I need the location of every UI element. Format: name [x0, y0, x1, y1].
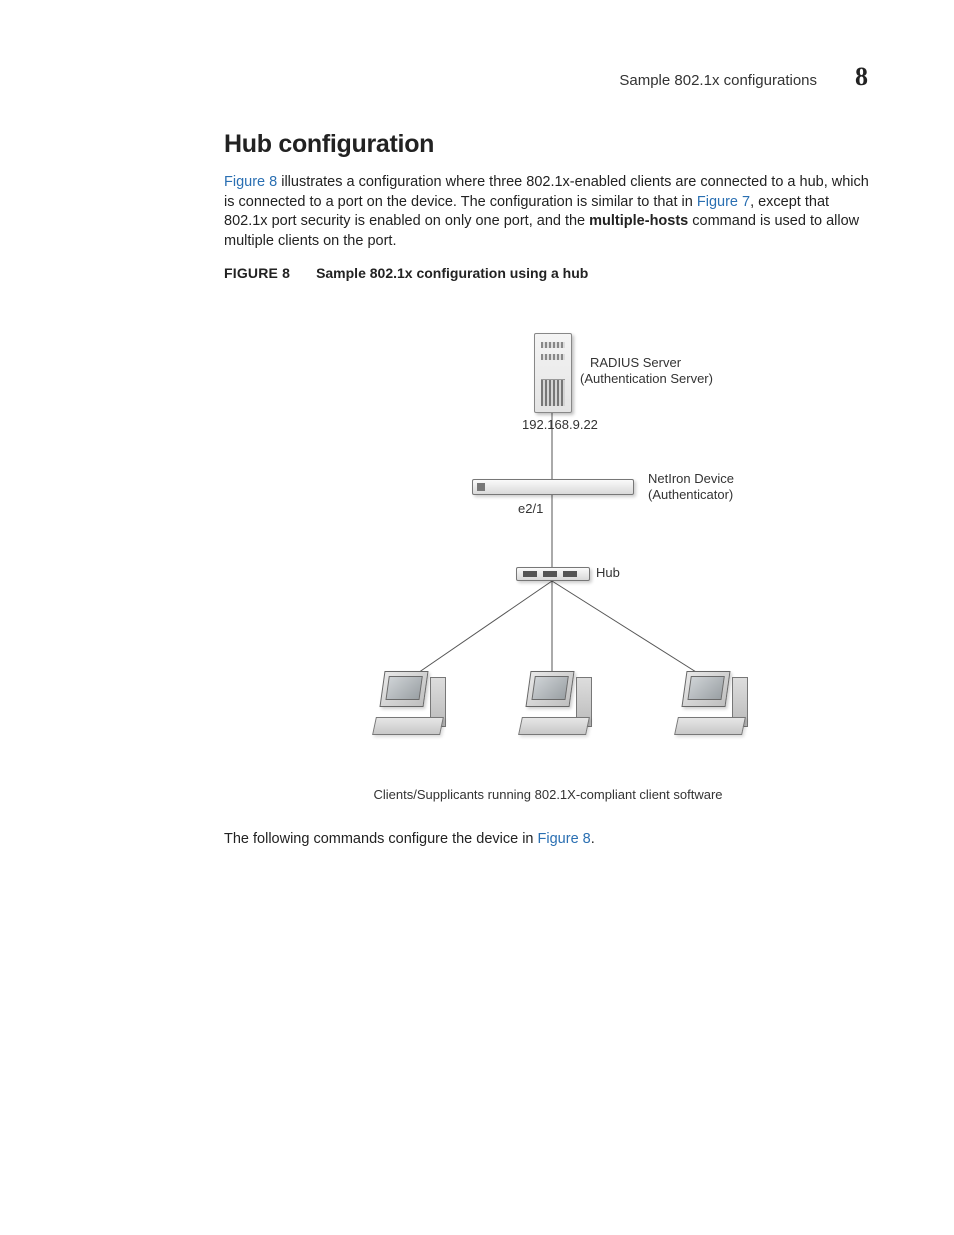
- trailing-paragraph: The following commands configure the dev…: [224, 830, 872, 850]
- radius-ip-label: 192.168.9.22: [522, 417, 598, 433]
- switch-icon: [472, 479, 634, 495]
- command-name: multiple-hosts: [589, 213, 688, 229]
- radius-label-line1: RADIUS Server: [590, 355, 681, 371]
- section-heading: Hub configuration: [224, 130, 872, 159]
- chapter-number: 8: [855, 62, 868, 92]
- server-icon: [534, 333, 572, 413]
- intro-paragraph: Figure 8 illustrates a configuration whe…: [224, 173, 872, 251]
- figure-7-link[interactable]: Figure 7: [697, 194, 750, 210]
- client-pc-icon: [374, 671, 444, 735]
- figure-title: Sample 802.1x configuration using a hub: [316, 265, 588, 281]
- figure-8-link[interactable]: Figure 8: [538, 831, 591, 847]
- running-title: Sample 802.1x configurations: [619, 72, 817, 89]
- hub-icon: [516, 567, 590, 581]
- network-diagram: RADIUS Server (Authentication Server) 19…: [224, 299, 872, 779]
- running-header: Sample 802.1x configurations 8: [619, 62, 868, 92]
- content-column: Hub configuration Figure 8 illustrates a…: [224, 130, 872, 850]
- port-label: e2/1: [518, 501, 543, 517]
- figure-caption: FIGURE 8 Sample 802.1x configuration usi…: [224, 265, 872, 281]
- client-pc-icon: [676, 671, 746, 735]
- radius-label-line2: (Authentication Server): [580, 371, 713, 387]
- device-label-line1: NetIron Device: [648, 471, 734, 487]
- page: Sample 802.1x configurations 8 Hub confi…: [0, 0, 954, 1235]
- client-pc-icon: [520, 671, 590, 735]
- trailing-text: The following commands configure the dev…: [224, 831, 538, 847]
- trailing-text: .: [591, 831, 595, 847]
- clients-caption: Clients/Supplicants running 802.1X-compl…: [224, 787, 872, 802]
- figure-lead: FIGURE 8: [224, 265, 290, 281]
- device-label-line2: (Authenticator): [648, 487, 733, 503]
- figure-8-link[interactable]: Figure 8: [224, 174, 277, 190]
- hub-label: Hub: [596, 565, 620, 581]
